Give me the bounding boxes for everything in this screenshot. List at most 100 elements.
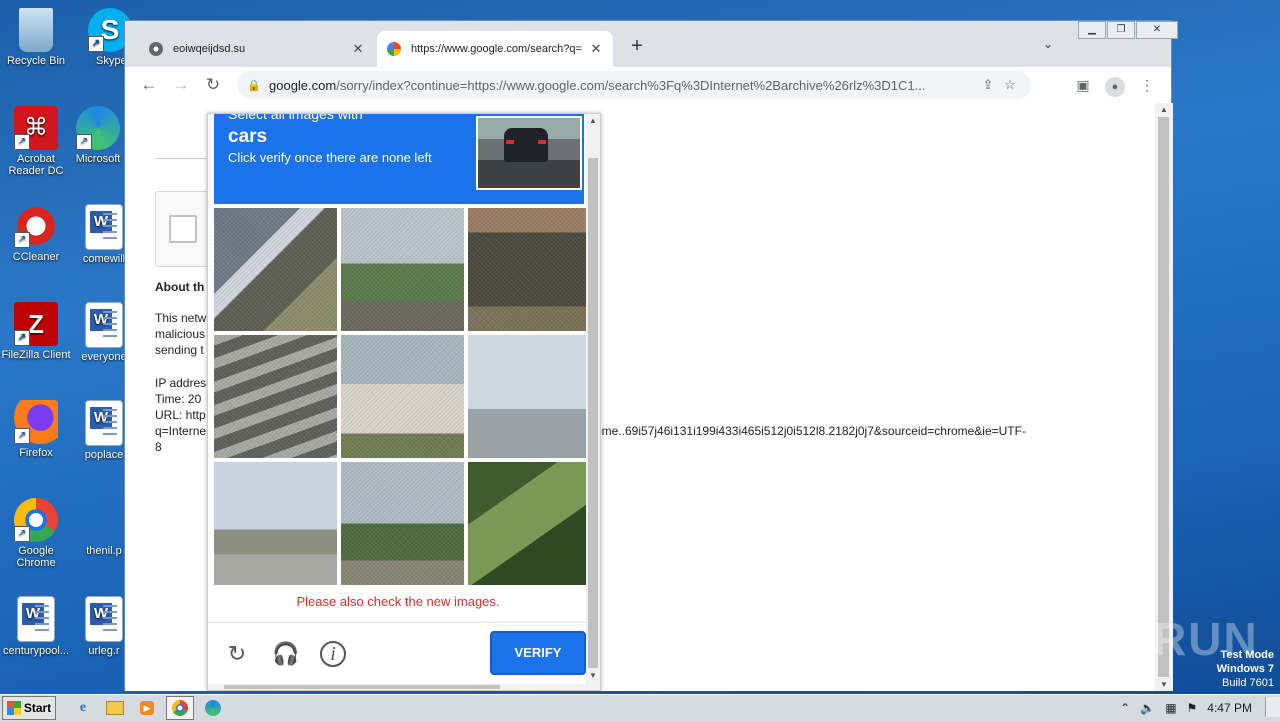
url-host: google.com bbox=[269, 77, 337, 93]
url-line-tail: ome..69i57j46i131i199i433i465i512j0i512l… bbox=[595, 424, 1026, 438]
word-document-icon bbox=[17, 596, 55, 642]
chrome-taskbar-icon[interactable] bbox=[166, 696, 194, 720]
test-mode-label: Test Mode bbox=[1220, 649, 1274, 661]
window-controls: ▁ ❐ ✕ bbox=[1077, 21, 1178, 39]
recaptcha-checkbox[interactable] bbox=[169, 215, 197, 243]
action-center-flag-icon[interactable]: ⚑ bbox=[1187, 701, 1198, 715]
instruction-subtext: Click verify once there are none left bbox=[228, 150, 432, 165]
network-icon[interactable]: ▦ bbox=[1165, 701, 1176, 715]
instruction-text: Select all images with bbox=[228, 114, 363, 122]
scroll-up-arrow-icon[interactable]: ▲ bbox=[1155, 105, 1173, 114]
scroll-down-arrow-icon[interactable]: ▼ bbox=[1155, 680, 1173, 689]
desktop-icon-label: Recycle Bin bbox=[6, 55, 66, 67]
url-line-end: 8 bbox=[155, 440, 162, 454]
volume-icon[interactable]: 🔈 bbox=[1140, 701, 1155, 715]
browser-toolbar: ← → ↻ 🔒 google.com/sorry/index?continue=… bbox=[125, 67, 1171, 103]
tab-eoiwqeijdsd[interactable]: eoiwqeijdsd.su ✕ bbox=[139, 31, 375, 67]
sample-car-image bbox=[476, 116, 582, 190]
word-document-icon bbox=[85, 596, 123, 642]
clock[interactable]: 4:47 PM bbox=[1207, 701, 1252, 715]
desktop-icon-label: Firefox bbox=[19, 447, 53, 459]
scrollbar-thumb[interactable] bbox=[224, 685, 500, 689]
image-tile[interactable] bbox=[468, 208, 591, 331]
tab-title: https://www.google.com/search?q= bbox=[411, 43, 582, 55]
share-icon[interactable]: ⇪ bbox=[977, 77, 999, 93]
tab-search-chevron-icon[interactable]: ⌄ bbox=[1043, 37, 1053, 51]
browser-window: eoiwqeijdsd.su ✕ https://www.google.com/… bbox=[124, 20, 1178, 691]
image-tile[interactable] bbox=[341, 462, 464, 585]
tab-title: eoiwqeijdsd.su bbox=[173, 43, 246, 55]
internet-explorer-icon[interactable]: e bbox=[70, 697, 96, 719]
profile-avatar-icon[interactable]: ● bbox=[1103, 73, 1127, 97]
info-icon[interactable]: i bbox=[320, 641, 346, 667]
paragraph-line: malicious bbox=[155, 327, 206, 341]
scroll-down-arrow-icon[interactable]: ▼ bbox=[586, 671, 600, 680]
scroll-up-arrow-icon[interactable]: ▲ bbox=[586, 116, 600, 125]
image-tile[interactable] bbox=[468, 462, 591, 585]
page-scrollbar[interactable]: ▲ ▼ bbox=[1155, 103, 1173, 691]
word-document-icon bbox=[85, 400, 123, 446]
build-label: Build 7601 bbox=[1222, 677, 1274, 689]
ccleaner-icon: ↗ bbox=[14, 204, 58, 248]
url-line-continued: q=Interne bbox=[155, 424, 207, 438]
start-button[interactable]: Start bbox=[2, 696, 56, 720]
challenge-scrollbar[interactable]: ▲ ▼ bbox=[586, 114, 600, 690]
image-tile[interactable] bbox=[214, 208, 337, 331]
file-explorer-icon[interactable] bbox=[102, 697, 128, 719]
verify-button[interactable]: VERIFY bbox=[490, 631, 586, 675]
side-panel-icon[interactable]: ▣ bbox=[1071, 73, 1095, 97]
edge-icon: ↗ bbox=[76, 106, 120, 150]
close-tab-icon[interactable]: ✕ bbox=[351, 41, 365, 57]
paragraph-line: This netw bbox=[155, 311, 207, 325]
desktop-icon-centurypool[interactable]: centurypool... bbox=[0, 596, 72, 657]
scrollbar-thumb[interactable] bbox=[588, 158, 598, 668]
edge-taskbar-icon[interactable] bbox=[200, 697, 226, 719]
car-icon bbox=[504, 128, 548, 162]
new-tab-button[interactable]: + bbox=[625, 35, 649, 58]
windows-test-mode-notice: Test Mode Windows 7 Build 7601 bbox=[1217, 648, 1274, 690]
show-desktop-button[interactable] bbox=[1265, 697, 1280, 717]
forward-button[interactable]: → bbox=[169, 73, 193, 97]
chrome-icon: ↗ bbox=[14, 498, 58, 542]
minimize-button[interactable]: ▁ bbox=[1078, 21, 1106, 39]
audio-challenge-headphones-icon[interactable]: 🎧 bbox=[272, 641, 299, 667]
desktop-icon-google-chrome[interactable]: ↗ Google Chrome bbox=[0, 498, 72, 569]
url-text[interactable]: google.com/sorry/index?continue=https://… bbox=[269, 78, 977, 93]
lock-icon: 🔒 bbox=[247, 79, 261, 92]
word-document-icon bbox=[85, 204, 123, 250]
maximize-button[interactable]: ❐ bbox=[1107, 21, 1135, 39]
challenge-horizontal-scrollbar[interactable] bbox=[208, 684, 588, 690]
menu-kebab-icon[interactable]: ⋮ bbox=[1135, 73, 1159, 97]
globe-icon bbox=[149, 42, 163, 56]
recaptcha-challenge: Select all images with cars Click verify… bbox=[207, 113, 601, 691]
desktop-icon-label: Google Chrome bbox=[16, 545, 56, 569]
desktop-icon-label: CCleaner bbox=[12, 251, 60, 263]
desktop-icon-filezilla[interactable]: Z ↗ FileZilla Client bbox=[0, 302, 72, 361]
desktop-icon-ccleaner[interactable]: ↗ CCleaner bbox=[0, 204, 72, 263]
image-tile[interactable] bbox=[214, 462, 337, 585]
bookmark-star-icon[interactable]: ☆ bbox=[999, 77, 1021, 93]
image-tile[interactable] bbox=[341, 208, 464, 331]
media-player-icon[interactable]: ▶ bbox=[134, 697, 160, 719]
close-window-button[interactable]: ✕ bbox=[1136, 21, 1178, 39]
close-tab-icon[interactable]: ✕ bbox=[589, 41, 603, 57]
os-label: Windows 7 bbox=[1216, 663, 1274, 675]
image-tile[interactable] bbox=[468, 335, 591, 458]
request-details: IP addres Time: 20 URL: http q=Interne 8 bbox=[155, 375, 206, 455]
reload-challenge-icon[interactable]: ↻ bbox=[224, 641, 250, 667]
system-tray: ⌃ 🔈 ▦ ⚑ 4:47 PM bbox=[1115, 695, 1280, 721]
desktop-icon-label: FileZilla Client bbox=[1, 349, 71, 361]
tab-strip: eoiwqeijdsd.su ✕ https://www.google.com/… bbox=[125, 21, 1178, 67]
desktop-icon-firefox[interactable]: ↗ Firefox bbox=[0, 400, 72, 459]
desktop-icon-recycle-bin[interactable]: Recycle Bin bbox=[0, 8, 72, 67]
scrollbar-thumb[interactable] bbox=[1158, 117, 1169, 677]
reload-button[interactable]: ↻ bbox=[201, 73, 225, 97]
image-tile[interactable] bbox=[214, 335, 337, 458]
address-bar[interactable]: 🔒 google.com/sorry/index?continue=https:… bbox=[237, 71, 1031, 99]
image-tile[interactable] bbox=[341, 335, 464, 458]
tab-google-search[interactable]: https://www.google.com/search?q= ✕ bbox=[377, 31, 613, 67]
windows-logo-icon bbox=[6, 701, 21, 715]
about-heading: About th bbox=[155, 280, 205, 294]
tray-expand-arrow-icon[interactable]: ⌃ bbox=[1120, 701, 1130, 715]
back-button[interactable]: ← bbox=[137, 73, 161, 97]
